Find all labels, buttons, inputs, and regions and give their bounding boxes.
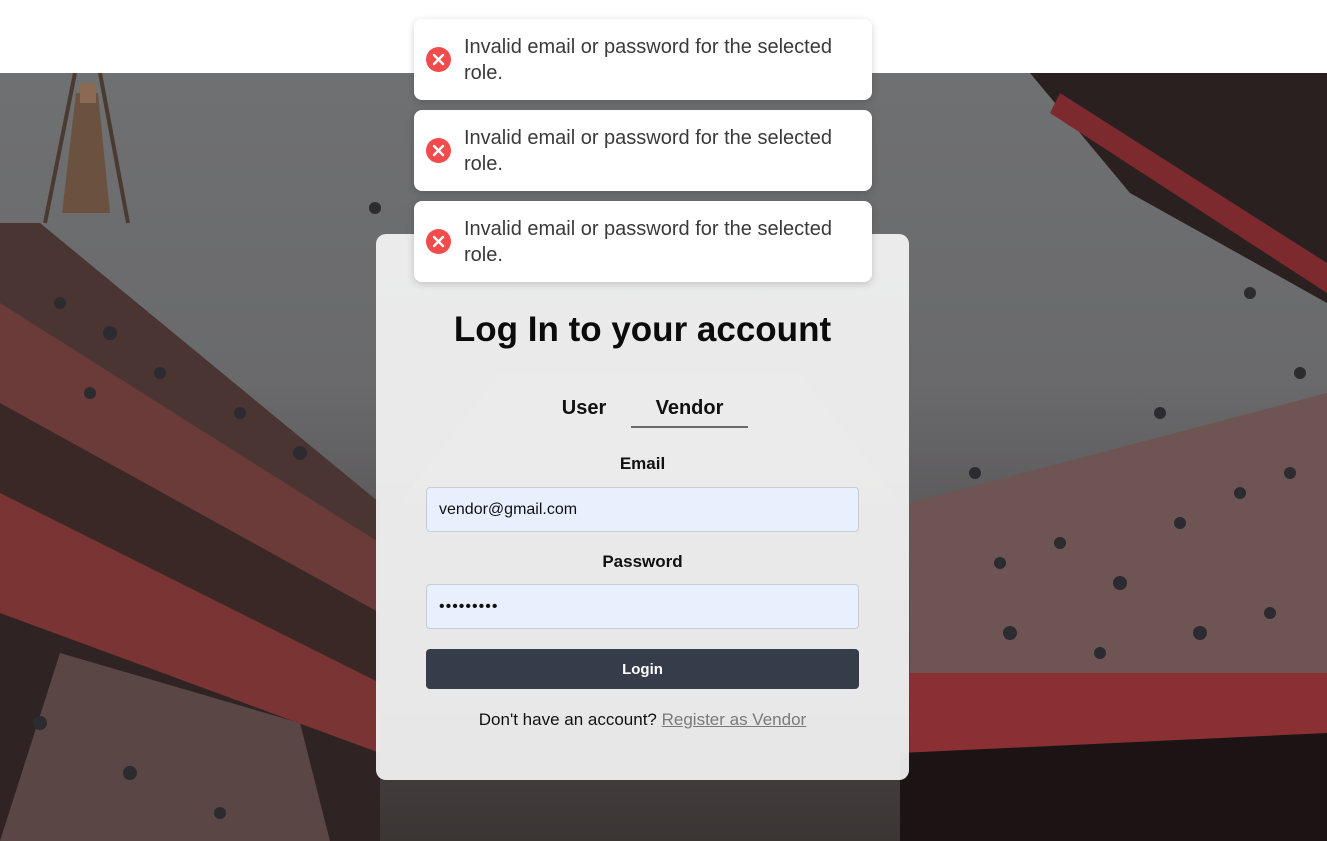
error-circle-icon — [426, 138, 451, 163]
toast-message: Invalid email or password for the select… — [464, 218, 832, 266]
login-button[interactable]: Login — [426, 649, 859, 689]
error-toast[interactable]: Invalid email or password for the select… — [414, 201, 872, 282]
login-card: Log In to your account User Vendor Email… — [376, 234, 909, 780]
page-title: Log In to your account — [453, 310, 832, 349]
error-circle-icon — [426, 47, 451, 72]
register-link[interactable]: Register as Vendor — [662, 710, 807, 729]
tab-user[interactable]: User — [544, 389, 624, 427]
email-field[interactable] — [426, 487, 859, 532]
toast-message: Invalid email or password for the select… — [464, 36, 832, 84]
email-label: Email — [619, 454, 666, 473]
error-circle-icon — [426, 229, 451, 254]
register-prompt-line: Don't have an account? Register as Vendo… — [376, 710, 909, 730]
password-label: Password — [602, 552, 683, 571]
error-toast[interactable]: Invalid email or password for the select… — [414, 19, 872, 100]
error-toast[interactable]: Invalid email or password for the select… — [414, 110, 872, 191]
tab-vendor[interactable]: Vendor — [631, 389, 748, 428]
role-tabs: User Vendor — [376, 389, 909, 429]
toast-message: Invalid email or password for the select… — [464, 127, 832, 175]
password-field[interactable] — [426, 584, 859, 629]
page: Log In to your account User Vendor Email… — [0, 0, 1327, 841]
register-prompt: Don't have an account? — [478, 710, 657, 729]
